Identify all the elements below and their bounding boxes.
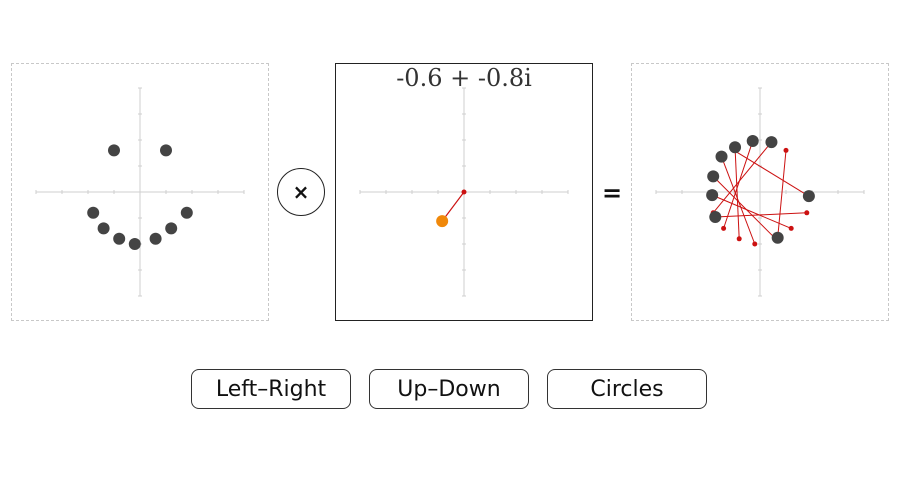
input-point <box>128 238 141 250</box>
product-point <box>771 231 784 244</box>
input-plane <box>11 63 269 321</box>
input-point <box>108 144 120 157</box>
product-point <box>707 170 720 183</box>
multiplier-value: -0.6 + -0.8i <box>396 64 532 92</box>
original-point <box>783 147 789 153</box>
input-point <box>97 222 110 235</box>
product-point <box>746 135 759 148</box>
product-point <box>715 150 728 163</box>
result-plane-graph <box>655 87 865 297</box>
multiplier-plane-graph[interactable] <box>336 64 592 320</box>
original-point <box>752 241 758 247</box>
product-point <box>802 190 815 203</box>
equals-operator: = <box>601 179 623 207</box>
input-point <box>160 144 172 157</box>
up-down-button[interactable]: Up–Down <box>369 369 529 409</box>
input-point <box>113 232 126 245</box>
original-point <box>736 236 742 242</box>
product-point <box>765 136 778 149</box>
multiplier-handle[interactable] <box>436 215 449 228</box>
input-point <box>180 206 193 219</box>
transform-line <box>721 156 756 245</box>
product-point <box>729 141 742 154</box>
input-point <box>149 232 162 245</box>
multiplier-plane[interactable]: -0.6 + -0.8i <box>335 63 593 321</box>
left-right-button[interactable]: Left–Right <box>191 369 351 409</box>
multiply-operator: × <box>277 168 325 216</box>
origin-point <box>461 189 467 195</box>
input-plane-graph <box>35 87 245 297</box>
product-point <box>709 210 722 223</box>
transform-line <box>711 194 792 229</box>
input-point <box>87 206 100 219</box>
product-point <box>706 189 719 202</box>
original-point <box>721 225 727 231</box>
original-point <box>788 225 794 231</box>
original-point <box>804 210 810 216</box>
input-point <box>165 222 178 235</box>
circles-button[interactable]: Circles <box>547 369 707 409</box>
result-plane <box>631 63 889 321</box>
